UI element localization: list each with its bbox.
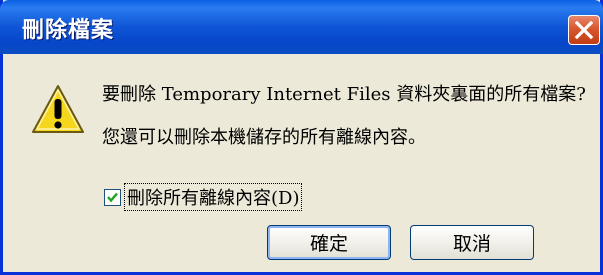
close-icon (574, 20, 594, 40)
warning-icon (32, 85, 84, 133)
delete-files-dialog: 刪除檔案 要刪除 Temporary Internet Files 資料夾裏面的… (0, 0, 603, 275)
cancel-button[interactable]: 取消 (410, 225, 534, 260)
title-bar[interactable]: 刪除檔案 (0, 0, 603, 54)
delete-offline-content-checkbox[interactable]: 刪除所有離線內容(D) (104, 183, 303, 211)
message-line-1: 要刪除 Temporary Internet Files 資料夾裏面的所有檔案? (102, 84, 586, 105)
dialog-title: 刪除檔案 (22, 18, 115, 43)
checkbox-label[interactable]: 刪除所有離線內容(D) (124, 183, 303, 211)
message-line-2: 您還可以刪除本機儲存的所有離線內容。 (102, 127, 426, 148)
close-button[interactable] (568, 15, 600, 45)
checkmark-icon (107, 192, 118, 202)
checkbox-box[interactable] (104, 188, 121, 206)
ok-button[interactable]: 確定 (267, 225, 391, 260)
